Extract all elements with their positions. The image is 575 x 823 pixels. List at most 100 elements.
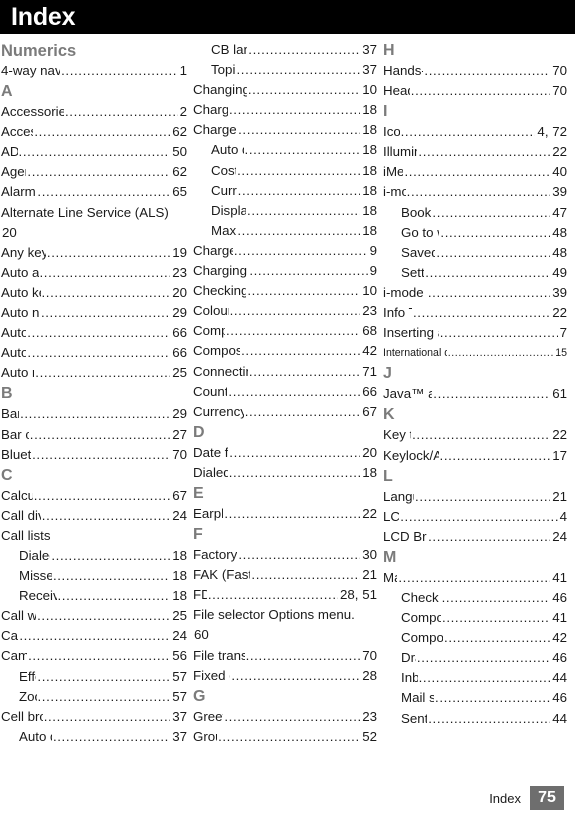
index-entry-page: 70	[172, 446, 187, 462]
index-entry[interactable]: Factory settings........................…	[193, 545, 377, 565]
index-entry[interactable]: Accessory...............................…	[1, 122, 187, 142]
index-entry[interactable]: File transfer service...................…	[193, 646, 377, 666]
index-entry[interactable]: Calls...................................…	[1, 626, 187, 646]
index-entry[interactable]: International dialing service...........…	[383, 343, 567, 363]
index-entry[interactable]: Currency................................…	[193, 181, 377, 201]
index-entry[interactable]: Charger plug............................…	[193, 241, 377, 261]
index-entry[interactable]: Any key answer..........................…	[1, 243, 187, 263]
index-entry[interactable]: Composing mail..........................…	[383, 608, 567, 628]
index-entry[interactable]: Composer................................…	[193, 321, 377, 341]
index-entry[interactable]: LCD Brightness..........................…	[383, 527, 567, 547]
index-entry-page: 40	[552, 164, 567, 180]
index-entry[interactable]: Auto answer.............................…	[1, 263, 187, 283]
index-entry[interactable]: Icons...................................…	[383, 122, 567, 142]
index-entry[interactable]: Illumination............................…	[383, 142, 567, 162]
index-entry[interactable]: Alarm clock.............................…	[1, 182, 187, 202]
index-entry[interactable]: Keylock/Auto key lock...................…	[383, 446, 567, 466]
index-entry[interactable]: Bookmarks...............................…	[383, 203, 567, 223]
index-entry[interactable]: Fixed dialing...........................…	[193, 666, 377, 686]
index-entry[interactable]: Charge info.............................…	[193, 100, 377, 120]
index-entry[interactable]: Saved pages.............................…	[383, 243, 567, 263]
index-entry[interactable]: Bluetooth...............................…	[1, 445, 187, 465]
index-entry[interactable]: Language................................…	[383, 487, 567, 507]
index-entry[interactable]: Check new mail..........................…	[383, 588, 567, 608]
index-entry[interactable]: FAK (Fast Access Key)...................…	[193, 565, 377, 585]
index-entry-title: Auto off	[1, 325, 27, 341]
index-entry[interactable]: Connecting Bluetooth....................…	[193, 362, 377, 382]
index-entry[interactable]: 4-way navigation keys...................…	[1, 61, 187, 81]
index-entry-page: 46	[552, 589, 567, 605]
index-entry[interactable]: Composing MMS...........................…	[193, 341, 377, 361]
index-entry[interactable]: Cell broadcast..........................…	[1, 707, 187, 727]
index-entry[interactable]: Auto display............................…	[193, 140, 377, 160]
index-entry[interactable]: Call diversion..........................…	[1, 506, 187, 526]
index-entry-title: Cost/unit	[211, 162, 237, 178]
index-entry[interactable]: Auto key lock...........................…	[1, 283, 187, 303]
index-entry-leader-dots: ........................................…	[218, 728, 360, 744]
index-entry[interactable]: Topic list..............................…	[193, 60, 377, 80]
index-column-3: H Hands-free kit.........................…	[380, 40, 570, 729]
index-entry[interactable]: Groups..................................…	[193, 727, 377, 747]
index-entry[interactable]: Auto redial.............................…	[1, 363, 187, 383]
index-entry-title: Dialed calls	[19, 547, 50, 563]
index-entry[interactable]: Alternate Line Service (ALS) 20	[1, 203, 187, 243]
index-entry[interactable]: Hands-free kit..........................…	[383, 61, 567, 81]
index-entry[interactable]: Inbox...................................…	[383, 668, 567, 688]
index-entry[interactable]: Headset.................................…	[383, 81, 567, 101]
index-entry[interactable]: i-mode Settings.........................…	[383, 283, 567, 303]
index-entry[interactable]: Max cost................................…	[193, 221, 377, 241]
index-entry[interactable]: iMenu...................................…	[383, 162, 567, 182]
index-entry[interactable]: Charge settings.........................…	[193, 120, 377, 140]
index-entry[interactable]: Key tone................................…	[383, 425, 567, 445]
index-entry[interactable]: Auto network............................…	[1, 303, 187, 323]
index-entry[interactable]: Colour style............................…	[193, 301, 377, 321]
index-entry[interactable]: Mail....................................…	[383, 568, 567, 588]
index-entry[interactable]: Display credit..........................…	[193, 201, 377, 221]
index-entry[interactable]: FDN.....................................…	[193, 585, 377, 605]
index-entry-leader-dots: ........................................…	[238, 547, 361, 563]
index-entry[interactable]: Charging the battery....................…	[193, 261, 377, 281]
index-entry[interactable]: Call lists	[1, 526, 187, 546]
index-entry[interactable]: Zoom....................................…	[1, 687, 187, 707]
index-entry[interactable]: Auto off................................…	[1, 323, 187, 343]
index-entry[interactable]: Date format.............................…	[193, 443, 377, 463]
index-entry-leader-dots: ........................................…	[237, 222, 361, 238]
index-entry[interactable]: Camera..................................…	[1, 646, 187, 666]
index-entry[interactable]: Dialed calls............................…	[193, 463, 377, 483]
index-entry[interactable]: Dialed calls............................…	[1, 546, 187, 566]
index-entry[interactable]: Composing MMS...........................…	[383, 628, 567, 648]
index-entry[interactable]: Info Tone...............................…	[383, 303, 567, 323]
index-entry[interactable]: Auto on.................................…	[1, 343, 187, 363]
index-entry[interactable]: i-mode..................................…	[383, 182, 567, 202]
index-entry[interactable]: Missed calls............................…	[1, 566, 187, 586]
index-entry[interactable]: Effect..................................…	[1, 667, 187, 687]
index-entry[interactable]: Received calls..........................…	[1, 586, 187, 606]
index-entry[interactable]: Go to webpage...........................…	[383, 223, 567, 243]
index-entry[interactable]: Changing the battery....................…	[193, 80, 377, 100]
index-entry-page: 18	[362, 464, 377, 480]
index-entry-leader-dots: ........................................…	[244, 142, 361, 158]
index-entry[interactable]: Inserting a SIM Card....................…	[383, 323, 567, 343]
index-entry[interactable]: Currency converter......................…	[193, 402, 377, 422]
index-entry[interactable]: Agenda..................................…	[1, 162, 187, 182]
index-entry[interactable]: Greetings...............................…	[193, 707, 377, 727]
index-entry[interactable]: CB languages............................…	[193, 40, 377, 60]
index-entry[interactable]: Checking the battery....................…	[193, 281, 377, 301]
index-entry[interactable]: Countdown...............................…	[193, 382, 377, 402]
index-entry[interactable]: Band....................................…	[1, 404, 187, 424]
index-entry[interactable]: Auto display............................…	[1, 727, 187, 747]
index-entry[interactable]: Draft...................................…	[383, 648, 567, 668]
index-entry[interactable]: Calculator..............................…	[1, 486, 187, 506]
index-entry[interactable]: File selector Options menu. 60	[193, 605, 377, 645]
index-entry[interactable]: ADN.....................................…	[1, 142, 187, 162]
index-entry[interactable]: LCD.....................................…	[383, 507, 567, 527]
index-entry[interactable]: Call waiting............................…	[1, 606, 187, 626]
index-entry[interactable]: Bar calls...............................…	[1, 425, 187, 445]
index-entry[interactable]: Sent mail...............................…	[383, 709, 567, 729]
index-entry[interactable]: Cost/unit...............................…	[193, 161, 377, 181]
index-entry[interactable]: Earphone................................…	[193, 504, 377, 524]
index-entry[interactable]: Settings................................…	[383, 263, 567, 283]
index-entry[interactable]: Java™ application.......................…	[383, 384, 567, 404]
index-entry[interactable]: Mail settings...........................…	[383, 688, 567, 708]
index-entry[interactable]: Accessories and options.................…	[1, 102, 187, 122]
